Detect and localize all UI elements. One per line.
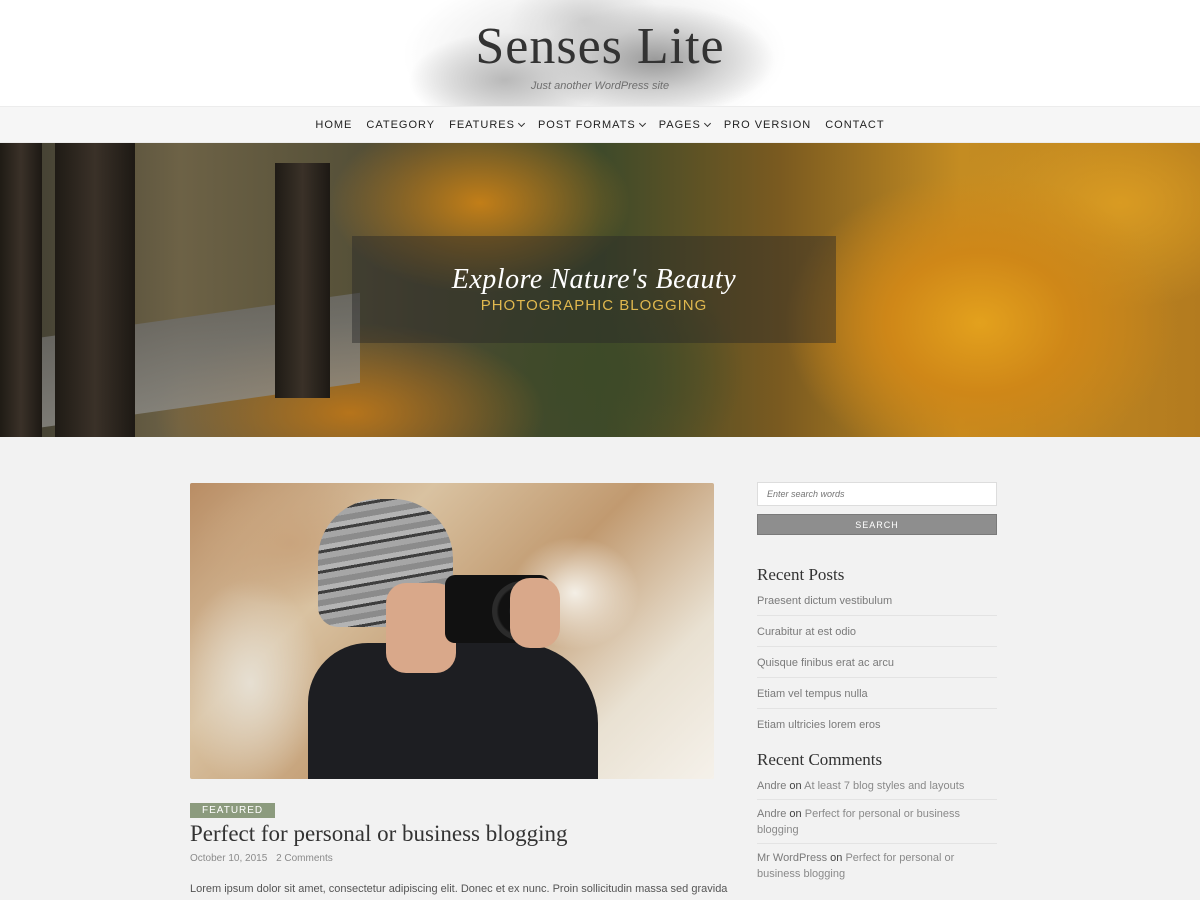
site-header: Senses Lite Just another WordPress site <box>0 0 1200 106</box>
hero-subtitle: PHOTOGRAPHIC BLOGGING <box>480 297 708 314</box>
hero-caption-box: Explore Nature's Beauty PHOTOGRAPHIC BLO… <box>352 236 836 343</box>
comment-author[interactable]: Andre <box>757 780 786 792</box>
recent-post-link[interactable]: Praesent dictum vestibulum <box>757 595 997 616</box>
nav-item-pages[interactable]: PAGES <box>658 118 711 131</box>
search-button[interactable]: SEARCH <box>757 514 997 535</box>
nav-item-label: HOME <box>315 118 353 131</box>
comment-on-text: on <box>830 852 843 864</box>
nav-item-category[interactable]: CATEGORY <box>366 119 435 131</box>
hero-tree-trunk <box>275 163 330 398</box>
main-nav: HOME CATEGORY FEATURES POST FORMATS PAGE… <box>0 106 1200 143</box>
recent-comments-title: Recent Comments <box>757 750 883 769</box>
recent-posts-list: Praesent dictum vestibulum Curabitur at … <box>757 595 997 749</box>
recent-post-link[interactable]: Etiam ultricies lorem eros <box>757 719 997 739</box>
chevron-down-icon <box>517 119 526 127</box>
recent-post-link[interactable]: Curabitur at est odio <box>757 626 997 647</box>
comment-author[interactable]: Andre <box>757 808 786 820</box>
post-title[interactable]: Perfect for personal or business bloggin… <box>190 821 568 847</box>
recent-posts-title: Recent Posts <box>757 565 845 584</box>
site-title[interactable]: Senses Lite <box>0 17 1200 76</box>
nav-item-home[interactable]: HOME <box>315 119 352 131</box>
nav-item-contact[interactable]: CONTACT <box>825 119 884 131</box>
comment-post-link[interactable]: At least 7 blog styles and layouts <box>804 780 964 792</box>
hero-title: Explore Nature's Beauty <box>451 264 737 295</box>
comment-post-link[interactable]: Perfect for personal or business bloggin… <box>757 808 960 836</box>
recent-post-link[interactable]: Etiam vel tempus nulla <box>757 688 997 709</box>
nav-item-features[interactable]: FEATURES <box>449 118 526 131</box>
post-featured-image[interactable] <box>190 483 714 779</box>
post-date[interactable]: October 10, 2015 <box>190 853 267 864</box>
comment-author[interactable]: Mr WordPress <box>757 852 827 864</box>
comment-on-text: on <box>789 780 802 792</box>
chevron-down-icon <box>703 119 711 127</box>
nav-item-label: CONTACT <box>825 118 885 131</box>
hero-banner: Explore Nature's Beauty PHOTOGRAPHIC BLO… <box>0 143 1200 437</box>
category-badge[interactable]: FEATURED <box>190 803 276 818</box>
comment-on-text: on <box>789 808 802 820</box>
nav-item-post-formats[interactable]: POST FORMATS <box>537 118 646 131</box>
nav-item-label: PRO VERSION <box>723 118 812 131</box>
recent-post-link[interactable]: Quisque finibus erat ac arcu <box>757 657 997 678</box>
photographer-hand <box>510 578 560 648</box>
recent-comment: Andre on At least 7 blog styles and layo… <box>757 778 997 800</box>
nav-item-pro-version[interactable]: PRO VERSION <box>724 119 811 131</box>
hero-tree-trunk <box>55 143 135 437</box>
recent-comments-list: Andre on At least 7 blog styles and layo… <box>757 778 997 893</box>
nav-item-label: FEATURES <box>449 118 515 131</box>
post-meta: October 10, 2015 2 Comments <box>190 853 333 864</box>
nav-item-label: CATEGORY <box>366 118 436 131</box>
site-tagline: Just another WordPress site <box>530 80 670 92</box>
search-input[interactable] <box>757 482 997 506</box>
nav-item-label: POST FORMATS <box>537 118 636 131</box>
recent-comment: Mr WordPress on Perfect for personal or … <box>757 850 997 887</box>
nav-item-label: PAGES <box>658 118 701 131</box>
post-comments-link[interactable]: 2 Comments <box>276 853 333 864</box>
hero-tree-trunk <box>0 143 42 437</box>
recent-comment: Andre on Perfect for personal or busines… <box>757 806 997 844</box>
chevron-down-icon <box>638 119 646 127</box>
post-excerpt: Lorem ipsum dolor sit amet, consectetur … <box>190 883 728 895</box>
